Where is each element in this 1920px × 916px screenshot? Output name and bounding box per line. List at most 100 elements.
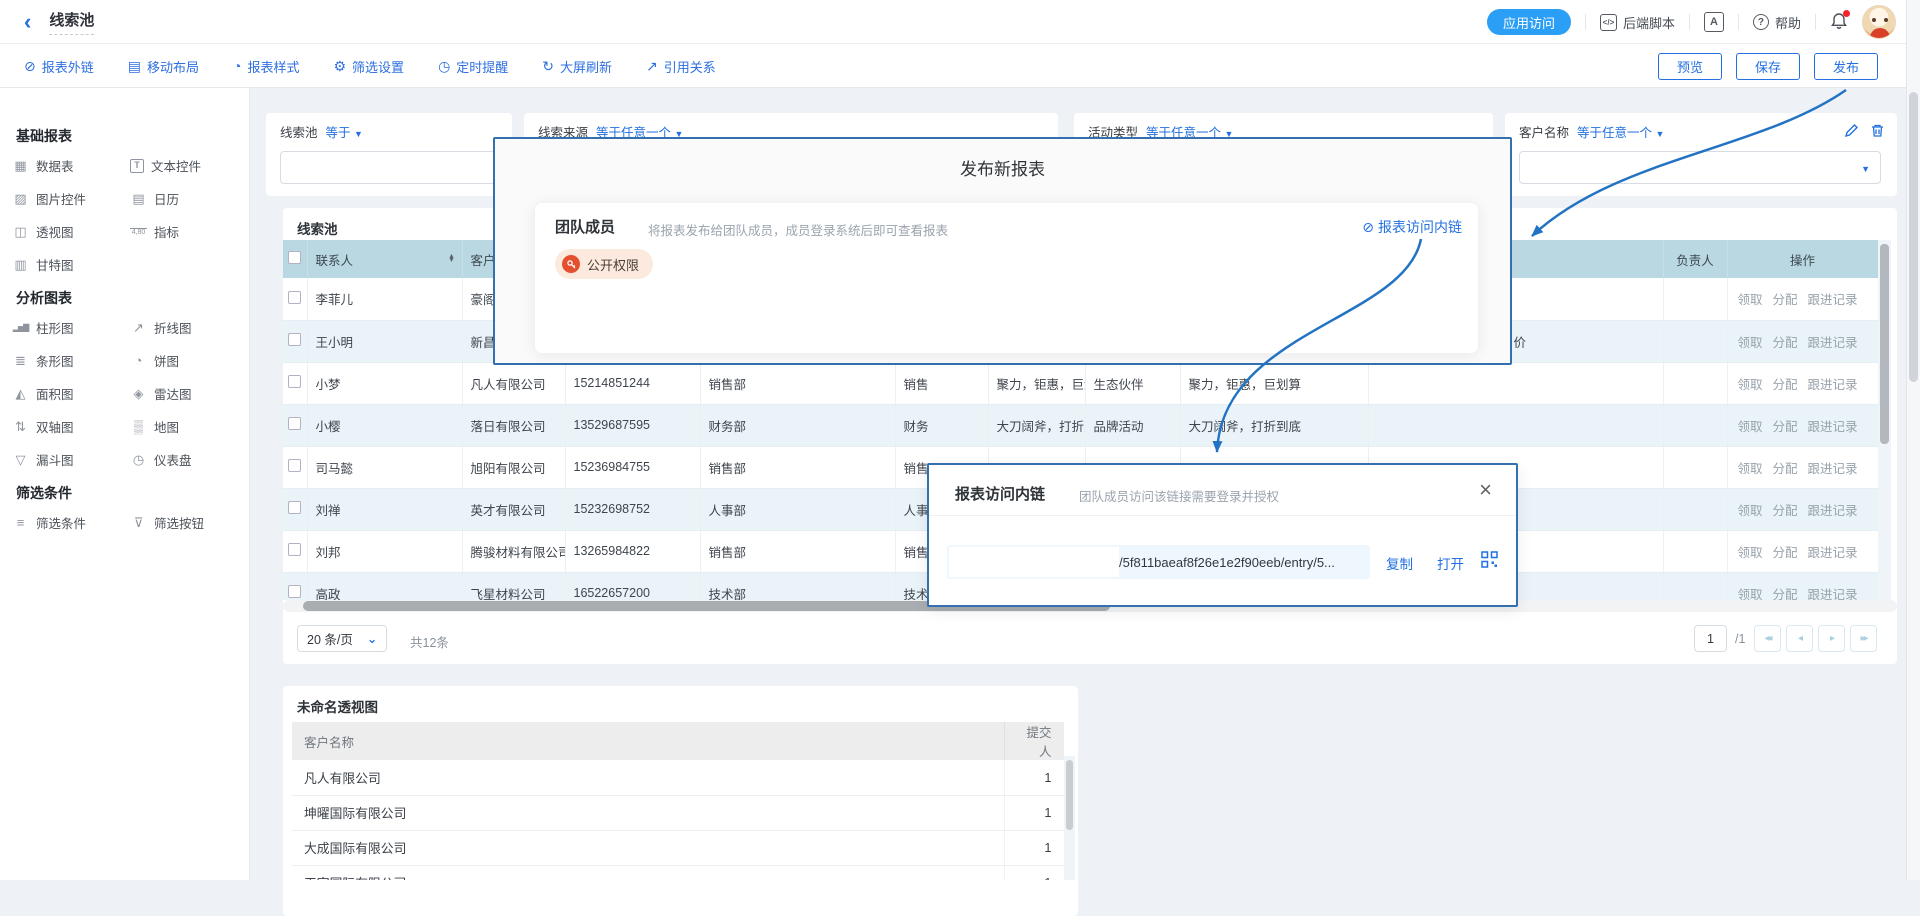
row-checkbox[interactable]: [288, 585, 301, 598]
toolbar-item-screen-refresh[interactable]: ↻大屏刷新: [542, 57, 612, 76]
sidebar-item-双轴图[interactable]: ⇅双轴图: [12, 417, 130, 436]
table-cell: 大刀阔斧，打折到底: [988, 404, 1085, 446]
透视图-icon: ◫: [12, 225, 29, 238]
toolbar-item-report-external-link[interactable]: ⊘报表外链: [24, 57, 94, 76]
action-分配[interactable]: 分配: [1772, 546, 1797, 560]
publish-button[interactable]: 发布: [1814, 53, 1878, 80]
first-page-button[interactable]: ◂◂: [1754, 625, 1781, 652]
pivot-header: 提交人: [1004, 722, 1064, 760]
action-分配[interactable]: 分配: [1772, 378, 1797, 392]
page-scrollbar[interactable]: [1906, 0, 1920, 880]
table-cell: 聚力，钜惠，巨划算: [988, 362, 1085, 404]
sidebar-item-文本控件[interactable]: T文本控件: [130, 156, 242, 175]
action-跟进记录[interactable]: 跟进记录: [1808, 546, 1858, 560]
action-跟进记录[interactable]: 跟进记录: [1808, 588, 1858, 601]
action-跟进记录[interactable]: 跟进记录: [1808, 420, 1858, 434]
sidebar-item-日历[interactable]: ▤日历: [130, 189, 242, 208]
row-checkbox[interactable]: [288, 333, 301, 346]
row-checkbox[interactable]: [288, 417, 301, 430]
page-number-input[interactable]: [1694, 625, 1727, 652]
toolbar-item-timed-reminder[interactable]: ◷定时提醒: [438, 57, 508, 76]
sidebar-item-折线图[interactable]: ↗折线图: [130, 318, 242, 337]
page-size-select[interactable]: 20 条/页 ⌄: [297, 625, 387, 652]
action-分配[interactable]: 分配: [1772, 336, 1797, 350]
trash-icon[interactable]: [1870, 123, 1885, 141]
action-领取[interactable]: 领取: [1737, 462, 1762, 476]
sidebar-item-条形图[interactable]: ≣条形图: [12, 351, 130, 370]
action-分配[interactable]: 分配: [1772, 504, 1797, 518]
action-分配[interactable]: 分配: [1772, 293, 1797, 307]
sidebar-item-图片控件[interactable]: ▨图片控件: [12, 189, 130, 208]
toolbar-item-filter-settings[interactable]: ⚙筛选设置: [333, 57, 404, 76]
sidebar-item-指标[interactable]: 4,80指标: [130, 222, 242, 241]
qr-code-icon[interactable]: [1481, 551, 1498, 571]
action-跟进记录[interactable]: 跟进记录: [1808, 293, 1858, 307]
action-分配[interactable]: 分配: [1772, 420, 1797, 434]
select-all-checkbox[interactable]: [288, 251, 301, 264]
customer-select[interactable]: ▼: [1519, 151, 1881, 184]
sort-icon[interactable]: ▴▾: [449, 254, 453, 263]
action-跟进记录[interactable]: 跟进记录: [1808, 462, 1858, 476]
action-跟进记录[interactable]: 跟进记录: [1808, 504, 1858, 518]
sidebar-item-柱形图[interactable]: ▂▅▇柱形图: [12, 318, 130, 337]
row-checkbox[interactable]: [288, 459, 301, 472]
report-internal-link[interactable]: ⊘ 报表访问内链: [1362, 217, 1462, 237]
sidebar-item-漏斗图[interactable]: ▽漏斗图: [12, 450, 130, 469]
sidebar-item-地图[interactable]: ▒地图: [130, 417, 242, 436]
sidebar-item-筛选按钮[interactable]: ⊽筛选按钮: [130, 513, 242, 532]
row-checkbox[interactable]: [288, 543, 301, 556]
table-vertical-scrollbar[interactable]: [1878, 240, 1891, 600]
save-button[interactable]: 保存: [1736, 53, 1800, 80]
last-page-button[interactable]: ▸▸: [1850, 625, 1877, 652]
preview-button[interactable]: 预览: [1658, 53, 1722, 80]
sidebar-item-饼图[interactable]: ◔饼图: [130, 351, 242, 370]
filter-operator[interactable]: 等于任意一个 ▼: [1577, 126, 1664, 140]
sidebar-item-甘特图[interactable]: ▥甘特图: [12, 255, 130, 274]
copy-link-button[interactable]: 复制: [1386, 553, 1413, 573]
filter-operator[interactable]: 等于 ▼: [326, 126, 363, 140]
action-领取[interactable]: 领取: [1737, 336, 1762, 350]
row-checkbox[interactable]: [288, 375, 301, 388]
edit-icon[interactable]: [1844, 123, 1859, 141]
popup-subtitle: 团队成员访问该链接需要登录并授权: [1079, 486, 1279, 505]
filter-input[interactable]: [280, 151, 498, 184]
sidebar-item-面积图[interactable]: ◭面积图: [12, 384, 130, 403]
action-领取[interactable]: 领取: [1737, 504, 1762, 518]
sidebar-item-仪表盘[interactable]: ◷仪表盘: [130, 450, 242, 469]
action-领取[interactable]: 领取: [1737, 420, 1762, 434]
notification-bell-icon[interactable]: [1830, 12, 1848, 33]
public-permission-tag[interactable]: 公开权限: [555, 249, 653, 279]
sidebar-item-透视图[interactable]: ◫透视图: [12, 222, 130, 241]
table-cell: 刘邦: [307, 530, 462, 572]
sidebar-item-筛选条件[interactable]: ≡筛选条件: [12, 513, 130, 532]
row-checkbox[interactable]: [288, 291, 301, 304]
action-分配[interactable]: 分配: [1772, 588, 1797, 601]
action-分配[interactable]: 分配: [1772, 462, 1797, 476]
report-external-link-icon: ⊘: [24, 59, 36, 73]
action-领取[interactable]: 领取: [1737, 293, 1762, 307]
sidebar-item-雷达图[interactable]: ◈雷达图: [130, 384, 242, 403]
translate-icon[interactable]: A: [1704, 12, 1724, 32]
next-page-button[interactable]: ▸: [1818, 625, 1845, 652]
sidebar-item-数据表[interactable]: ▦数据表: [12, 156, 130, 175]
图片控件-icon: ▨: [12, 192, 29, 205]
close-icon[interactable]: ×: [1479, 477, 1492, 503]
app-access-button[interactable]: 应用访问: [1487, 9, 1571, 35]
toolbar-item-reference-relation[interactable]: ↗引用关系: [646, 57, 716, 76]
prev-page-button[interactable]: ◂: [1786, 625, 1813, 652]
pivot-vertical-scrollbar[interactable]: [1064, 756, 1075, 880]
row-checkbox[interactable]: [288, 501, 301, 514]
toolbar-item-mobile-layout[interactable]: ▤移动布局: [128, 57, 199, 76]
action-领取[interactable]: 领取: [1737, 378, 1762, 392]
action-跟进记录[interactable]: 跟进记录: [1808, 336, 1858, 350]
avatar[interactable]: [1862, 5, 1896, 39]
back-icon[interactable]: ‹: [24, 11, 31, 33]
action-跟进记录[interactable]: 跟进记录: [1808, 378, 1858, 392]
backend-script-button[interactable]: </> 后端脚本: [1600, 13, 1675, 32]
help-button[interactable]: ? 帮助: [1753, 13, 1801, 32]
action-领取[interactable]: 领取: [1737, 546, 1762, 560]
action-领取[interactable]: 领取: [1737, 588, 1762, 601]
toolbar-item-report-style[interactable]: ◔报表样式: [233, 57, 299, 76]
open-link-button[interactable]: 打开: [1437, 553, 1464, 573]
link-url-field[interactable]: /5f811baeaf8f26e1e2f90eeb/entry/5...: [947, 545, 1370, 579]
